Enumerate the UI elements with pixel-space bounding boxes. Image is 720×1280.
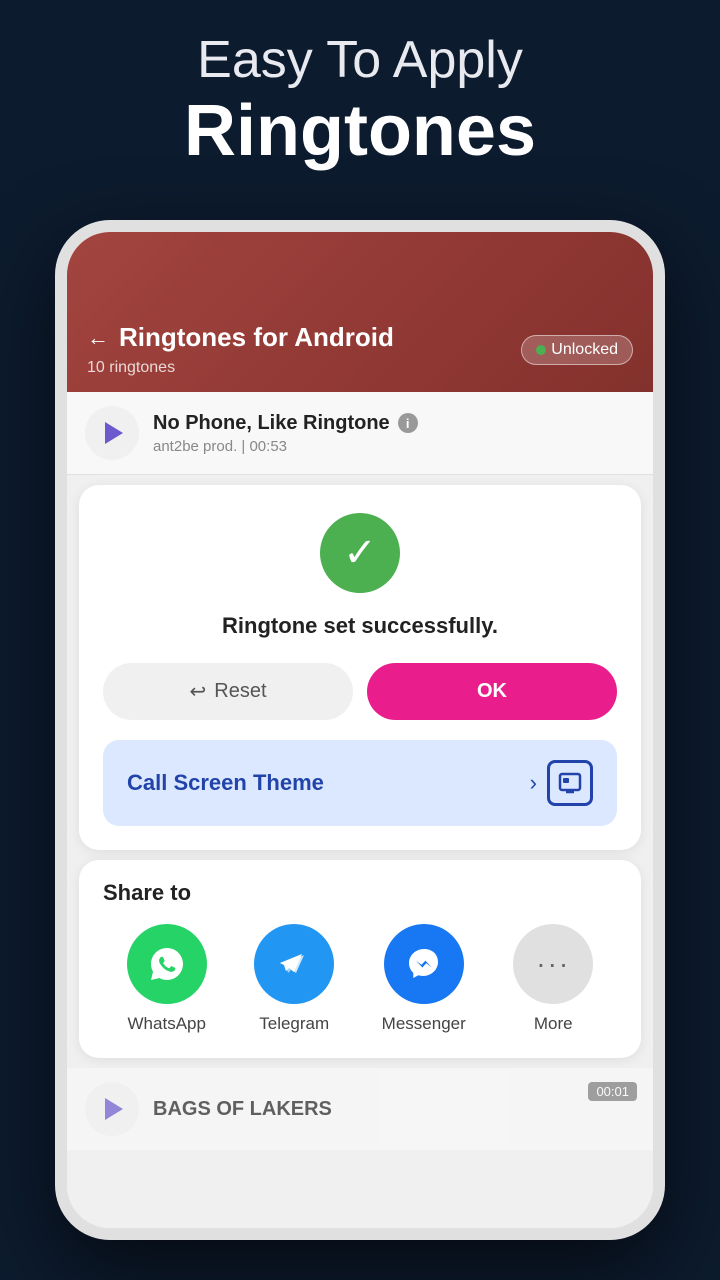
play-button[interactable] — [85, 406, 139, 460]
screen-theme-icon — [547, 760, 593, 806]
bottom-song-row: BAGS OF LAKERS 00:01 — [67, 1068, 653, 1150]
back-button[interactable]: ← — [87, 325, 109, 351]
more-label: More — [534, 1014, 573, 1034]
bottom-song-title: BAGS OF LAKERS — [153, 1098, 635, 1121]
share-card: Share to WhatsApp — [79, 860, 641, 1058]
share-app-whatsapp[interactable]: WhatsApp — [127, 924, 207, 1034]
unlocked-label: Unlocked — [551, 341, 618, 359]
share-title: Share to — [103, 880, 617, 906]
telegram-label: Telegram — [259, 1014, 329, 1034]
call-screen-theme-button[interactable]: Call Screen Theme › — [103, 740, 617, 826]
chevron-right-icon: › — [530, 770, 537, 796]
play-icon — [105, 422, 123, 444]
song-row: No Phone, Like Ringtone i ant2be prod. |… — [67, 392, 653, 475]
checkmark-icon: ✓ — [343, 533, 377, 573]
success-circle: ✓ — [320, 513, 400, 593]
share-app-telegram[interactable]: Telegram — [254, 924, 334, 1034]
whatsapp-label: WhatsApp — [128, 1014, 206, 1034]
bottom-play-icon — [105, 1098, 123, 1120]
telegram-icon — [254, 924, 334, 1004]
bottom-song-info: BAGS OF LAKERS — [153, 1098, 635, 1121]
phone-inner: ← Ringtones for Android 10 ringtones Unl… — [67, 232, 653, 1228]
more-icon: ··· — [513, 924, 593, 1004]
call-screen-label: Call Screen Theme — [127, 770, 324, 796]
song-meta: ant2be prod. | 00:53 — [153, 438, 635, 455]
song-title-row: No Phone, Like Ringtone i — [153, 412, 635, 435]
modal-card: ✓ Ringtone set successfully. ↩ Reset OK … — [79, 485, 641, 850]
messenger-icon — [384, 924, 464, 1004]
subtitle-text: Easy To Apply — [0, 30, 720, 90]
phone-frame: ← Ringtones for Android 10 ringtones Unl… — [55, 220, 665, 1240]
title-text: Ringtones — [0, 90, 720, 172]
ringtone-count: 10 ringtones — [87, 359, 394, 377]
song-title-text: No Phone, Like Ringtone — [153, 412, 390, 435]
ok-button[interactable]: OK — [367, 663, 617, 720]
success-message: Ringtone set successfully. — [103, 613, 617, 639]
app-header: ← Ringtones for Android 10 ringtones Unl… — [67, 232, 653, 392]
reset-label: Reset — [214, 680, 266, 703]
call-screen-right: › — [530, 760, 593, 806]
whatsapp-icon — [127, 924, 207, 1004]
reset-icon: ↩ — [189, 679, 206, 704]
song-info: No Phone, Like Ringtone i ant2be prod. |… — [153, 412, 635, 455]
background-text: Easy To Apply Ringtones — [0, 30, 720, 172]
share-app-messenger[interactable]: Messenger — [382, 924, 466, 1034]
bottom-play-button[interactable] — [85, 1082, 139, 1136]
share-app-more[interactable]: ··· More — [513, 924, 593, 1034]
unlocked-badge: Unlocked — [521, 335, 633, 365]
share-apps: WhatsApp Telegram — [103, 924, 617, 1034]
app-title: Ringtones for Android — [119, 322, 394, 353]
messenger-label: Messenger — [382, 1014, 466, 1034]
action-buttons: ↩ Reset OK — [103, 663, 617, 720]
unlocked-dot — [536, 345, 546, 355]
info-icon[interactable]: i — [398, 413, 418, 433]
reset-button[interactable]: ↩ Reset — [103, 663, 353, 720]
time-badge: 00:01 — [588, 1082, 637, 1101]
